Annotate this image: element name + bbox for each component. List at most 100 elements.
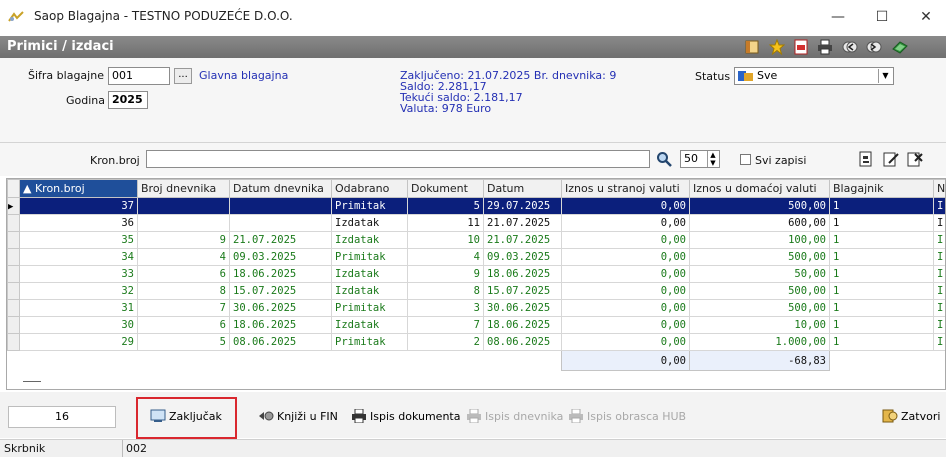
col-odabrano[interactable]: Odabrano bbox=[331, 179, 408, 198]
zatvori-button[interactable]: Zatvori bbox=[882, 404, 940, 428]
sifra-blagajne-input[interactable]: 001 bbox=[108, 67, 170, 85]
ispis-hub-button[interactable]: Ispis obrasca HUB bbox=[568, 404, 686, 428]
pdf-icon[interactable] bbox=[793, 39, 809, 55]
col-broj-dnevnika[interactable]: Broj dnevnika bbox=[137, 179, 230, 198]
table-row[interactable]: 30 6 18.06.2025 Izdatak 7 18.06.2025 0,00 10,00… bbox=[7, 316, 945, 334]
maximize-button[interactable]: ☐ bbox=[866, 5, 898, 29]
row-indicator[interactable] bbox=[7, 265, 20, 283]
col-iznos-domaca[interactable]: Iznos u domaćoj valuti bbox=[689, 179, 830, 198]
cell-odabrano: Izdatak bbox=[331, 282, 408, 300]
kron-filter-input[interactable] bbox=[146, 150, 650, 168]
cell-broj-dnevnika: 6 bbox=[137, 316, 230, 334]
godina-input[interactable]: 2025 bbox=[108, 91, 148, 109]
col-dokument[interactable]: Dokument bbox=[407, 179, 484, 198]
cell-kron-broj: 37 bbox=[19, 197, 138, 215]
row-indicator[interactable] bbox=[7, 282, 20, 300]
cell-kron-broj: 31 bbox=[19, 299, 138, 317]
cell-odabrano: Izdatak bbox=[331, 265, 408, 283]
svi-zapisi-label: Svi zapisi bbox=[755, 154, 807, 167]
cell-datum: 21.07.2025 bbox=[483, 231, 562, 249]
cell-datum: 08.06.2025 bbox=[483, 333, 562, 351]
table-row[interactable]: 31 7 30.06.2025 Primitak 3 30.06.2025 0,00 500,… bbox=[7, 299, 945, 317]
cell-datum-dnevnika: 15.07.2025 bbox=[229, 282, 332, 300]
printer-disabled-icon bbox=[467, 409, 481, 423]
cell-iznos-domaca: 1.000,00 bbox=[689, 333, 830, 351]
sifra-lookup-button[interactable]: ... bbox=[174, 68, 192, 84]
close-button[interactable]: ✕ bbox=[910, 5, 942, 29]
left-arrows-icon[interactable] bbox=[842, 39, 858, 55]
ispis-dokumenta-button[interactable]: Ispis dokumenta bbox=[351, 404, 460, 428]
cell-kron-broj: 33 bbox=[19, 265, 138, 283]
table-row[interactable]: 32 8 15.07.2025 Izdatak 8 15.07.2025 0,00 500,0… bbox=[7, 282, 945, 300]
minimize-button[interactable]: — bbox=[822, 5, 854, 29]
cell-blagajnik: 1 bbox=[829, 214, 934, 232]
col-n[interactable]: N bbox=[933, 179, 945, 198]
cell-broj-dnevnika: 4 bbox=[137, 248, 230, 266]
new-document-icon[interactable] bbox=[858, 151, 874, 167]
cell-iznos-strana: 0,00 bbox=[561, 282, 690, 300]
cell-odabrano: Primitak bbox=[331, 299, 408, 317]
transfer-icon bbox=[259, 411, 274, 421]
layout-icon[interactable] bbox=[744, 39, 760, 55]
cell-iznos-domaca: 500,00 bbox=[689, 282, 830, 300]
kron-filter-label: Kron.broj bbox=[90, 154, 140, 167]
ispis-dnevnika-label: Ispis dnevnika bbox=[485, 409, 564, 423]
cell-iznos-strana: 0,00 bbox=[561, 333, 690, 351]
cell-blagajnik: 1 bbox=[829, 316, 934, 334]
row-indicator[interactable] bbox=[7, 299, 20, 317]
table-row[interactable]: 34 4 09.03.2025 Primitak 4 09.03.2025 0,00 500,… bbox=[7, 248, 945, 266]
record-limit-input[interactable]: 50 ▲ ▼ bbox=[680, 150, 720, 168]
col-iznos-strana[interactable]: Iznos u stranoj valuti bbox=[561, 179, 690, 198]
section-header: Primici / izdaci bbox=[0, 36, 946, 58]
printer-disabled-icon bbox=[569, 409, 583, 423]
cell-dokument: 2 bbox=[407, 333, 484, 351]
zakljucak-highlight-frame bbox=[136, 397, 237, 439]
edit-document-icon[interactable] bbox=[883, 151, 899, 167]
col-blagajnik[interactable]: Blagajnik bbox=[829, 179, 934, 198]
stepper-icon[interactable]: ▲ ▼ bbox=[707, 151, 718, 167]
ispis-dnevnika-button[interactable]: Ispis dnevnika bbox=[466, 404, 563, 428]
cell-odabrano: Primitak bbox=[331, 248, 408, 266]
valuta-info: Valuta: 978 Euro bbox=[400, 102, 492, 115]
right-arrows-icon[interactable] bbox=[866, 39, 882, 55]
row-indicator[interactable] bbox=[7, 333, 20, 351]
cell-odabrano: Izdatak bbox=[331, 214, 408, 232]
cell-n: I bbox=[933, 248, 945, 266]
row-indicator[interactable] bbox=[7, 231, 20, 249]
status-select[interactable]: Sve ▼ bbox=[734, 67, 894, 85]
row-indicator[interactable] bbox=[7, 316, 20, 334]
table-row[interactable]: 36 Izdatak 11 21.07.2025 0,00 600,00 1 I bbox=[7, 214, 945, 232]
row-indicator[interactable] bbox=[7, 214, 20, 232]
grid-splitter[interactable] bbox=[23, 381, 41, 382]
row-indicator-header bbox=[7, 179, 20, 198]
cell-dokument: 11 bbox=[407, 214, 484, 232]
cell-kron-broj: 30 bbox=[19, 316, 138, 334]
cell-blagajnik: 1 bbox=[829, 333, 934, 351]
book-icon[interactable] bbox=[892, 39, 908, 55]
cell-datum-dnevnika: 09.03.2025 bbox=[229, 248, 332, 266]
transactions-grid[interactable]: ▲ Kron.broj Broj dnevnika Datum dnevnika… bbox=[6, 178, 946, 390]
knjizi-fin-button[interactable]: Knjiži u FIN bbox=[258, 404, 338, 428]
cell-kron-broj: 35 bbox=[19, 231, 138, 249]
chevron-down-icon[interactable]: ▼ bbox=[878, 69, 892, 83]
knjizi-fin-label: Knjiži u FIN bbox=[277, 409, 338, 423]
col-kron-broj[interactable]: ▲ Kron.broj bbox=[19, 179, 138, 198]
table-row[interactable]: ▶ 37 Primitak 5 29.07.2025 0,00 500,00 1 I bbox=[7, 197, 945, 215]
table-row[interactable]: 35 9 21.07.2025 Izdatak 10 21.07.2025 0,00 100,… bbox=[7, 231, 945, 249]
printer-icon[interactable] bbox=[817, 39, 833, 55]
row-indicator[interactable] bbox=[7, 248, 20, 266]
cell-dokument: 4 bbox=[407, 248, 484, 266]
col-datum-dnevnika[interactable]: Datum dnevnika bbox=[229, 179, 332, 198]
delete-document-icon[interactable] bbox=[907, 151, 923, 167]
cell-broj-dnevnika: 5 bbox=[137, 333, 230, 351]
row-indicator[interactable]: ▶ bbox=[7, 197, 20, 215]
table-row[interactable]: 29 5 08.06.2025 Primitak 2 08.06.2025 0,00 1.00… bbox=[7, 333, 945, 351]
grid-header-row: ▲ Kron.broj Broj dnevnika Datum dnevnika… bbox=[7, 179, 945, 198]
cell-datum-dnevnika: 08.06.2025 bbox=[229, 333, 332, 351]
cell-kron-broj: 34 bbox=[19, 248, 138, 266]
col-datum[interactable]: Datum bbox=[483, 179, 562, 198]
table-row[interactable]: 33 6 18.06.2025 Izdatak 9 18.06.2025 0,00 50,00… bbox=[7, 265, 945, 283]
star-icon[interactable] bbox=[769, 39, 785, 55]
search-icon[interactable] bbox=[656, 151, 672, 167]
svi-zapisi-checkbox[interactable] bbox=[740, 154, 751, 165]
